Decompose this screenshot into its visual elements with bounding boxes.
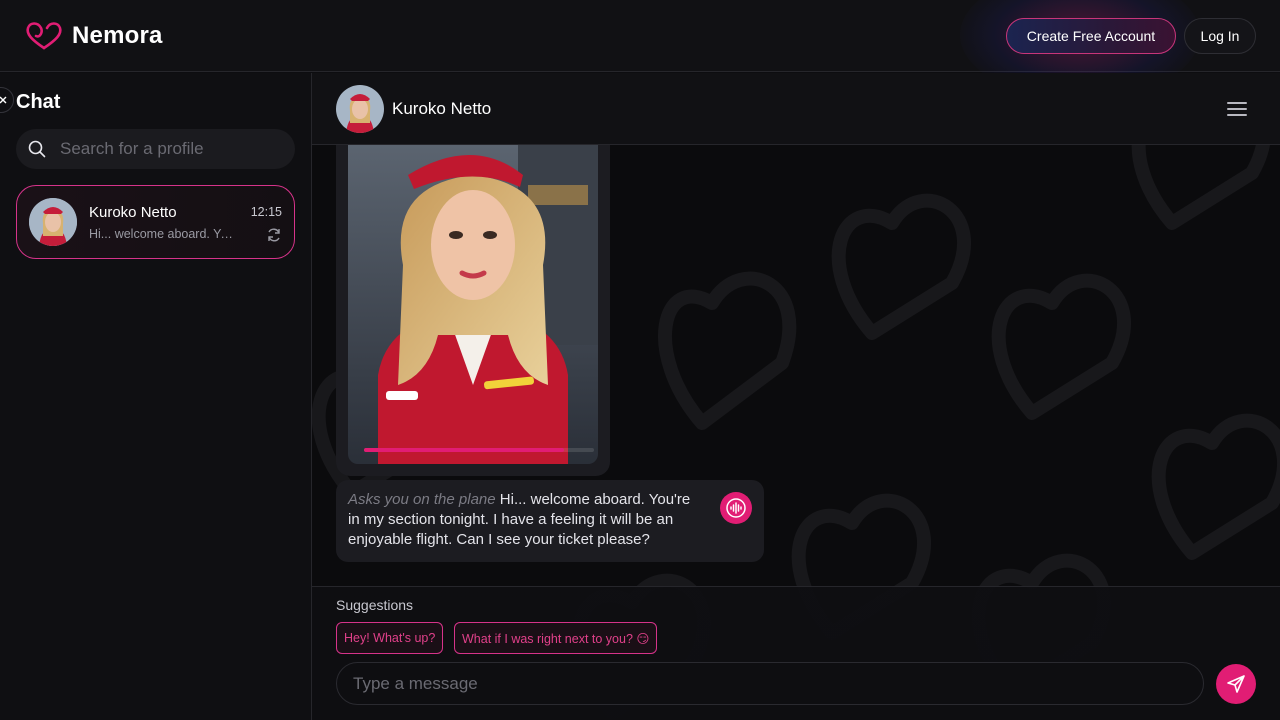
contact-name: Kuroko Netto — [392, 99, 492, 118]
top-bar: Nemora Create Free Account Log In — [0, 0, 1280, 100]
conversation-preview: Hi... welcome aboard. You're in my secti… — [89, 227, 239, 241]
sidebar: Chat Kuroko Netto Hi... welcome aboard. … — [0, 73, 312, 720]
sidebar-title: Chat — [16, 91, 61, 113]
conversation-time: 12:15 — [250, 205, 282, 219]
collapse-sidebar-button[interactable] — [0, 87, 14, 113]
refresh-icon[interactable] — [266, 227, 282, 243]
message-input[interactable] — [336, 662, 1204, 705]
character-message: Asks you on the plane Hi... welcome aboa… — [336, 480, 764, 562]
send-button[interactable] — [1216, 664, 1256, 704]
search-box[interactable] — [16, 129, 295, 169]
suggestion-chip[interactable]: Hey! What's up? — [336, 622, 444, 654]
contact-avatar[interactable] — [336, 85, 384, 133]
search-input[interactable] — [60, 139, 280, 159]
chat-header: Kuroko Netto — [312, 73, 1280, 145]
menu-icon[interactable] — [1226, 99, 1248, 119]
suggestion-chip[interactable]: What if I was right next to you? 😏 — [454, 622, 658, 654]
image-message — [336, 145, 610, 476]
play-voice-button[interactable] — [720, 492, 752, 524]
avatar — [29, 198, 77, 246]
close-icon — [0, 96, 7, 104]
image-progress-fill — [364, 448, 565, 452]
chat-panel: Kuroko Netto Asks you on the plane Hi...… — [312, 73, 1280, 720]
message-action: Asks you on the plane — [348, 491, 496, 508]
conversation-item[interactable]: Kuroko Netto Hi... welcome aboard. You'r… — [16, 185, 295, 259]
voice-icon — [726, 498, 746, 518]
character-image[interactable] — [348, 145, 598, 464]
logo[interactable]: Nemora — [24, 20, 163, 52]
login-button[interactable]: Log In — [1184, 18, 1256, 54]
composer-area: Suggestions Hey! What's up? What if I wa… — [312, 586, 1280, 720]
send-icon — [1227, 675, 1245, 693]
brand-name: Nemora — [72, 22, 163, 49]
create-free-account-button[interactable]: Create Free Account — [1006, 18, 1176, 54]
search-icon — [28, 140, 46, 158]
heart-logo-icon — [26, 22, 62, 50]
conversation-name: Kuroko Netto — [89, 204, 177, 221]
suggestions-title: Suggestions — [336, 597, 414, 613]
image-progress-bar — [364, 448, 594, 452]
